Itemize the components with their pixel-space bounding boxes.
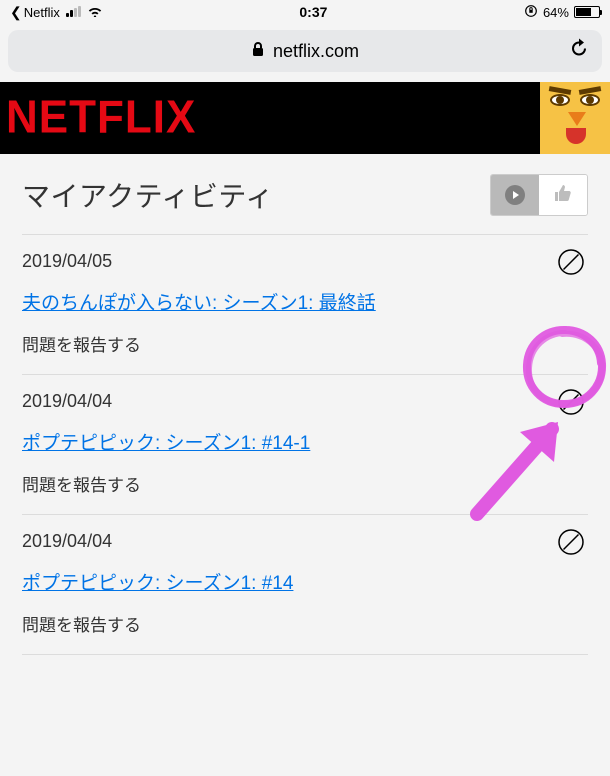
cell-signal-icon (66, 7, 81, 17)
activity-date: 2019/04/05 (22, 251, 588, 272)
browser-chrome: netflix.com (0, 24, 610, 82)
activity-row: 2019/04/04 ポプテピピック: シーズン1: #14 問題を報告する (22, 515, 588, 655)
netflix-logo[interactable]: NETFLIX (6, 92, 196, 145)
status-time: 0:37 (299, 4, 327, 20)
page-title: マイアクティビティ (22, 175, 274, 215)
chevron-left-icon: ❮ (10, 4, 22, 21)
wifi-icon (87, 5, 103, 20)
battery-icon (574, 6, 600, 18)
report-problem-link[interactable]: 問題を報告する (22, 331, 588, 356)
viewing-tab[interactable] (491, 175, 539, 215)
activity-row: 2019/04/04 ポプテピピック: シーズン1: #14-1 問題を報告する (22, 375, 588, 515)
activity-row: 2019/04/05 夫のちんぽが入らない: シーズン1: 最終話 問題を報告す… (22, 235, 588, 375)
activity-type-toggle (490, 174, 588, 216)
activity-date: 2019/04/04 (22, 391, 588, 412)
profile-avatar[interactable] (540, 82, 610, 154)
orientation-lock-icon (524, 4, 538, 21)
reload-icon[interactable] (568, 38, 590, 65)
report-problem-link[interactable]: 問題を報告する (22, 611, 588, 636)
page-header-row: マイアクティビティ (22, 174, 588, 235)
remove-button[interactable] (554, 525, 588, 559)
status-right: 64% (524, 4, 600, 21)
battery-pct: 64% (543, 5, 569, 20)
status-left: ❮ Netflix (10, 4, 103, 21)
back-to-app[interactable]: ❮ Netflix (10, 4, 60, 21)
url-host: netflix.com (273, 41, 359, 62)
ios-status-bar: ❮ Netflix 0:37 64% (0, 0, 610, 24)
remove-button[interactable] (554, 385, 588, 419)
activity-date: 2019/04/04 (22, 531, 588, 552)
play-icon (505, 185, 525, 205)
remove-button[interactable] (554, 245, 588, 279)
netflix-header: NETFLIX (0, 82, 610, 154)
activity-title-link[interactable]: 夫のちんぽが入らない: シーズン1: 最終話 (22, 288, 376, 315)
address-bar[interactable]: netflix.com (8, 30, 602, 72)
thumbs-up-icon (553, 183, 573, 208)
no-symbol-icon (556, 247, 586, 277)
report-problem-link[interactable]: 問題を報告する (22, 471, 588, 496)
activity-title-link[interactable]: ポプテピピック: シーズン1: #14-1 (22, 428, 310, 455)
back-app-label: Netflix (24, 5, 60, 20)
no-symbol-icon (556, 387, 586, 417)
page-body: マイアクティビティ 2019/04/05 夫のちんぽが入らない: シーズン1: … (0, 154, 610, 655)
rating-tab[interactable] (539, 175, 587, 215)
no-symbol-icon (556, 527, 586, 557)
activity-title-link[interactable]: ポプテピピック: シーズン1: #14 (22, 568, 293, 595)
lock-icon (251, 41, 265, 62)
